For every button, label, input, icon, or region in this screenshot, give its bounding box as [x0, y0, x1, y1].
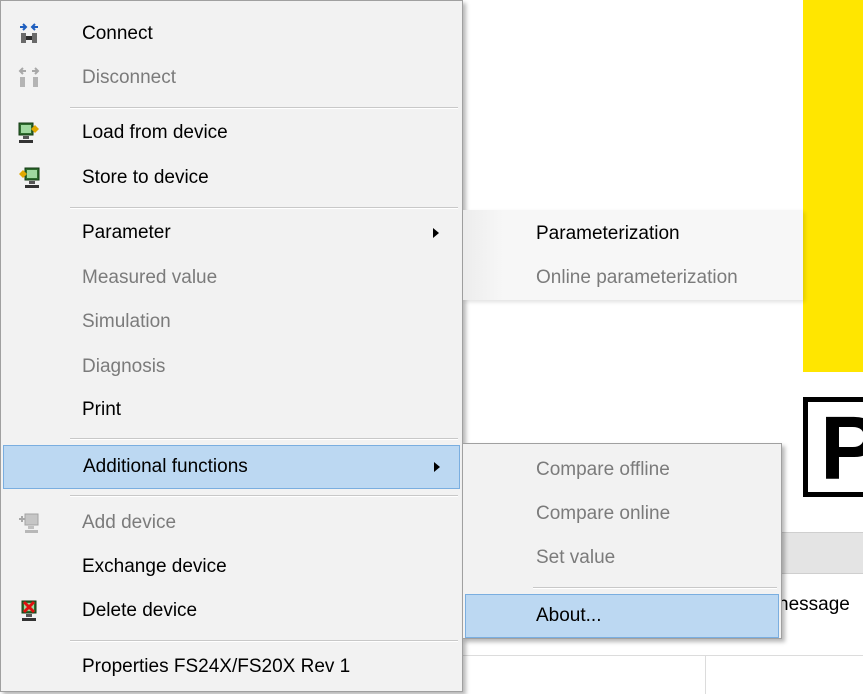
menu-item-label: Compare offline — [536, 459, 670, 480]
menu-item-store-to-device[interactable]: Store to device — [3, 156, 460, 200]
menu-item-diagnosis[interactable]: Diagnosis — [3, 345, 460, 389]
menu-item-compare-offline[interactable]: Compare offline — [465, 448, 779, 492]
menu-item-label: About... — [536, 605, 602, 626]
brand-yellow-panel — [803, 0, 863, 372]
menu-item-simulation[interactable]: Simulation — [3, 300, 460, 344]
menu-item-measured-value[interactable]: Measured value — [3, 256, 460, 300]
menu-item-additional-functions[interactable]: Additional functions — [3, 445, 460, 489]
menu-item-disconnect[interactable]: Disconnect — [3, 56, 460, 100]
menu-item-set-value[interactable]: Set value — [465, 536, 779, 580]
menu-item-label: Simulation — [82, 311, 171, 332]
menu-item-label: Measured value — [82, 267, 218, 288]
menu-separator — [70, 207, 458, 209]
device-context-menu: Connect Disconnect Load from device Stor… — [0, 0, 463, 692]
submenu-arrow-icon — [434, 462, 440, 472]
menu-separator — [533, 587, 777, 589]
menu-item-label: Store to device — [82, 167, 209, 188]
disconnect-icon — [18, 67, 40, 87]
menu-item-label: Connect — [82, 23, 153, 44]
menu-item-label: Print — [82, 399, 122, 420]
menu-item-delete-device[interactable]: Delete device — [3, 589, 460, 633]
menu-item-load-from-device[interactable]: Load from device — [3, 111, 460, 155]
submenu-arrow-icon — [433, 228, 439, 238]
menu-item-label: Set value — [536, 547, 616, 568]
menu-separator — [70, 107, 458, 109]
menu-item-compare-online[interactable]: Compare online — [465, 492, 779, 536]
menu-separator — [70, 438, 458, 440]
menu-item-connect[interactable]: Connect — [3, 12, 460, 56]
additional-functions-submenu: Compare offline Compare online Set value… — [462, 443, 782, 639]
menu-item-label: Diagnosis — [82, 356, 166, 377]
menu-item-label: Parameter — [82, 222, 171, 243]
menu-item-label: Delete device — [82, 600, 198, 621]
parameter-submenu: Parameterization Online parameterization — [463, 210, 803, 300]
menu-item-label: Add device — [82, 512, 177, 533]
load-from-device-icon — [18, 122, 39, 143]
connect-icon — [20, 23, 38, 43]
background-table-grid — [460, 655, 863, 694]
menu-item-properties[interactable]: Properties FS24X/FS20X Rev 1 — [3, 645, 460, 689]
menu-item-label: Parameterization — [536, 223, 680, 244]
menu-item-about[interactable]: About... — [465, 594, 779, 638]
add-device-icon — [19, 513, 39, 533]
menu-item-parameterization[interactable]: Parameterization — [465, 212, 801, 256]
menu-item-label: Additional functions — [83, 456, 248, 477]
menu-item-label: Disconnect — [82, 67, 176, 88]
menu-item-print[interactable]: Print — [3, 388, 460, 432]
menu-item-label: Properties FS24X/FS20X Rev 1 — [82, 656, 351, 677]
menu-item-label: Online parameterization — [536, 267, 738, 288]
background-message-text: nessage — [778, 594, 850, 615]
menu-item-add-device[interactable]: Add device — [3, 501, 460, 545]
logo-letter: P — [820, 399, 863, 499]
menu-item-label: Exchange device — [82, 556, 227, 577]
menu-item-exchange-device[interactable]: Exchange device — [3, 545, 460, 589]
delete-device-icon — [21, 600, 37, 621]
menu-item-parameter[interactable]: Parameter — [3, 211, 460, 255]
menu-item-online-parameterization[interactable]: Online parameterization — [465, 256, 801, 300]
menu-item-label: Load from device — [82, 122, 228, 143]
store-to-device-icon — [19, 167, 40, 188]
menu-separator — [70, 640, 458, 642]
menu-item-label: Compare online — [536, 503, 671, 524]
menu-separator — [70, 495, 458, 497]
